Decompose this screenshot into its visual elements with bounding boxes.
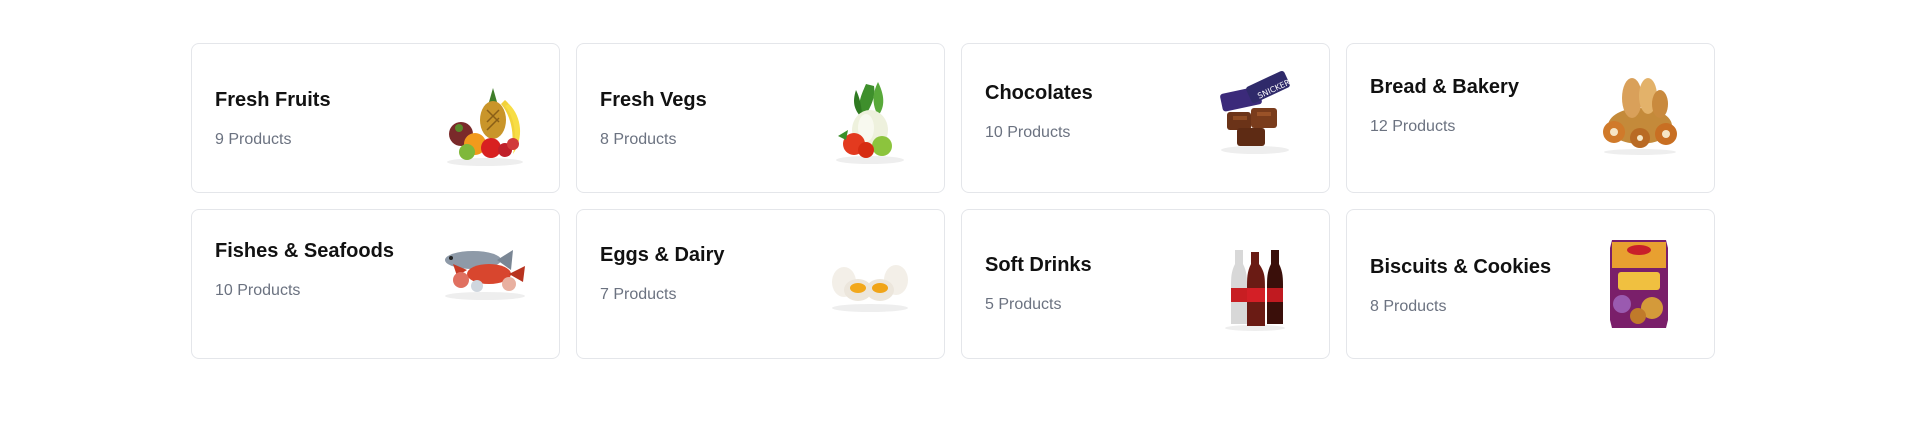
seafood-icon — [437, 226, 533, 314]
category-count: 12 Products — [1370, 118, 1456, 135]
category-count: 8 Products — [1370, 298, 1447, 315]
category-title: Biscuits & Cookies — [1370, 256, 1552, 278]
category-text: Biscuits & Cookies 8 Products — [1370, 255, 1551, 317]
category-card-bread-bakery[interactable]: Bread & Bakery 12 Products — [1346, 43, 1715, 193]
category-card-biscuits-cookies[interactable]: Biscuits & Cookies 8 Products — [1346, 209, 1715, 359]
category-title: Fresh Fruits — [215, 89, 331, 111]
category-text: Bread & Bakery 12 Products — [1370, 75, 1519, 137]
category-card-eggs-dairy[interactable]: Eggs & Dairy 7 Products — [576, 209, 945, 359]
category-text: Soft Drinks 5 Products — [985, 253, 1092, 315]
category-text: Fresh Vegs 8 Products — [600, 88, 707, 150]
category-card-fresh-fruits[interactable]: Fresh Fruits 9 Products — [191, 43, 560, 193]
category-title: Fishes & Seafoods — [215, 240, 394, 262]
fruits-icon — [441, 82, 529, 170]
category-text: Eggs & Dairy 7 Products — [600, 243, 724, 305]
category-title: Fresh Vegs — [600, 89, 707, 111]
category-grid: Fresh Fruits 9 Products Fresh Vegs 8 Pro… — [191, 43, 1715, 359]
category-text: Fresh Fruits 9 Products — [215, 88, 331, 150]
vegetables-icon — [826, 78, 914, 166]
category-title: Soft Drinks — [985, 254, 1092, 276]
category-count: 9 Products — [215, 131, 292, 148]
category-count: 10 Products — [215, 282, 301, 299]
category-title: Chocolates — [985, 82, 1093, 104]
category-count: 8 Products — [600, 131, 677, 148]
category-text: Chocolates 10 Products — [985, 81, 1093, 143]
category-count: 7 Products — [600, 286, 677, 303]
category-card-fresh-vegs[interactable]: Fresh Vegs 8 Products — [576, 43, 945, 193]
category-count: 5 Products — [985, 296, 1062, 313]
soft-drinks-icon — [1211, 244, 1299, 332]
chocolate-icon: SNICKERS — [1211, 68, 1299, 156]
bread-icon — [1596, 68, 1684, 156]
category-card-fishes-seafoods[interactable]: Fishes & Seafoods 10 Products — [191, 209, 560, 359]
eggs-icon — [826, 234, 914, 322]
category-text: Fishes & Seafoods 10 Products — [215, 239, 394, 301]
biscuits-icon — [1604, 238, 1674, 330]
category-title: Eggs & Dairy — [600, 244, 725, 266]
category-count: 10 Products — [985, 124, 1071, 141]
category-card-soft-drinks[interactable]: Soft Drinks 5 Products — [961, 209, 1330, 359]
category-card-chocolates[interactable]: Chocolates 10 Products SNICKERS — [961, 43, 1330, 193]
category-title: Bread & Bakery — [1370, 76, 1519, 98]
